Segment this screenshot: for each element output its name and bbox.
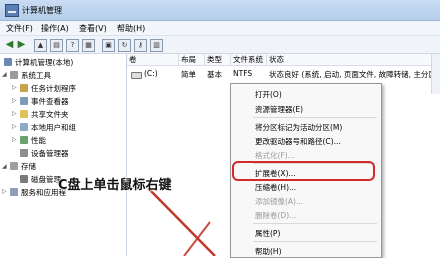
menu-bar: 文件(F) 操作(A) 查看(V) 帮助(H) xyxy=(0,21,440,36)
computer-icon xyxy=(4,58,12,66)
menu-divider xyxy=(253,241,377,242)
tools-icon xyxy=(10,71,18,79)
menu-help[interactable]: 帮助(H) xyxy=(117,23,145,34)
up-folder-icon[interactable]: ▲ xyxy=(34,39,47,52)
extend-volume-highlight xyxy=(232,161,375,181)
tree-label: 任务计划程序 xyxy=(31,84,76,93)
users-icon xyxy=(20,123,28,131)
column-header-layout[interactable]: 布局 xyxy=(179,54,205,66)
volume-status: 状态良好 (系统, 启动, 页面文件, 故障转储, 主分区 xyxy=(269,70,436,79)
properties-icon[interactable]: ▦ xyxy=(82,39,95,52)
tree-label: 磁盘管理 xyxy=(31,175,61,184)
expand-arrow-icon[interactable]: ▷ xyxy=(12,97,17,104)
tree-item-event-viewer[interactable]: 事件查看器 xyxy=(20,96,69,107)
menu-item-mark-active[interactable]: 将分区标记为活动分区(M) xyxy=(255,122,342,133)
menu-action[interactable]: 操作(A) xyxy=(41,23,69,34)
toolbar: ◀ ▶ ▲ ▤ ? ▦ ▣ ↻ ⚷ ▥ xyxy=(0,36,440,54)
tree-item-root[interactable]: 计算机管理(本地) xyxy=(4,57,73,68)
forward-icon[interactable]: ▶ xyxy=(16,39,27,50)
volume-layout: 简单 xyxy=(181,70,196,79)
performance-icon xyxy=(20,136,28,144)
computer-management-icon xyxy=(5,4,19,17)
collapse-arrow-icon[interactable]: ◢ xyxy=(2,163,7,170)
expand-arrow-icon[interactable]: ▷ xyxy=(12,110,17,117)
view-icon[interactable]: ▥ xyxy=(150,39,163,52)
navigation-tree: 计算机管理(本地) ◢ 系统工具 ▷ 任务计划程序 ▷ 事件查看器 ▷ 共享文件… xyxy=(0,54,127,256)
export-icon[interactable]: ▣ xyxy=(102,39,115,52)
menu-divider xyxy=(253,223,377,224)
tree-item-local-users[interactable]: 本地用户和组 xyxy=(20,122,76,133)
column-header-type[interactable]: 类型 xyxy=(205,54,231,66)
services-icon xyxy=(10,188,18,196)
tree-item-task-scheduler[interactable]: 任务计划程序 xyxy=(20,83,76,94)
menu-divider xyxy=(253,117,377,118)
refresh-icon[interactable]: ↻ xyxy=(118,39,131,52)
disk-icon xyxy=(20,175,28,183)
scrollbar[interactable] xyxy=(431,54,440,94)
expand-arrow-icon[interactable]: ▷ xyxy=(12,84,17,91)
volume-filesystem: NTFS xyxy=(233,69,253,78)
tree-label: 系统工具 xyxy=(21,71,51,80)
collapse-arrow-icon[interactable]: ◢ xyxy=(2,71,7,78)
event-icon xyxy=(20,97,28,105)
storage-icon xyxy=(10,162,18,170)
tree-label: 性能 xyxy=(31,136,46,145)
folder-icon xyxy=(20,110,28,118)
clock-icon xyxy=(20,84,28,92)
drive-icon xyxy=(131,72,142,79)
window-title: 计算机管理 xyxy=(22,6,62,15)
menu-item-add-mirror: 添加镜像(A)... xyxy=(255,197,304,206)
menu-item-help[interactable]: 帮助(H) xyxy=(255,246,282,257)
column-header-volume[interactable]: 卷 xyxy=(127,54,179,66)
annotation-caption: C盘上单击鼠标右键 xyxy=(58,178,172,193)
menu-view[interactable]: 查看(V) xyxy=(79,23,107,34)
title-bar: 计算机管理 xyxy=(0,0,440,21)
menu-item-open[interactable]: 打开(O) xyxy=(255,89,282,100)
tree-label: 设备管理器 xyxy=(31,149,69,158)
expand-arrow-icon[interactable]: ▷ xyxy=(12,136,17,143)
volume-name: (C:) xyxy=(144,69,158,78)
menu-item-explorer[interactable]: 资源管理器(E) xyxy=(255,104,303,115)
tree-label: 本地用户和组 xyxy=(31,123,76,132)
device-manager-icon xyxy=(20,149,28,157)
expand-arrow-icon[interactable]: ▷ xyxy=(2,188,7,195)
tree-label: 存储 xyxy=(21,162,36,171)
column-header-filesystem[interactable]: 文件系统 xyxy=(231,54,267,66)
help-icon[interactable]: ? xyxy=(66,39,79,52)
tree-item-device-manager[interactable]: 设备管理器 xyxy=(20,148,69,159)
menu-item-delete-volume: 删除卷(D)... xyxy=(255,211,297,220)
menu-item-change-drive-letter[interactable]: 更改驱动器号和路径(C)... xyxy=(255,136,341,147)
menu-item-properties[interactable]: 属性(P) xyxy=(255,228,280,239)
back-icon[interactable]: ◀ xyxy=(4,39,15,50)
tree-item-shared-folders[interactable]: 共享文件夹 xyxy=(20,109,69,120)
tree-item-disk-management[interactable]: 磁盘管理 xyxy=(20,174,61,185)
tree-label: 事件查看器 xyxy=(31,97,69,106)
key-icon[interactable]: ⚷ xyxy=(134,39,147,52)
tree-item-system-tools[interactable]: 系统工具 xyxy=(10,70,51,81)
tree-item-storage[interactable]: 存储 xyxy=(10,161,36,172)
volume-type: 基本 xyxy=(207,70,222,79)
tree-item-performance[interactable]: 性能 xyxy=(20,135,46,146)
show-hide-tree-icon[interactable]: ▤ xyxy=(50,39,63,52)
menu-item-shrink-volume[interactable]: 压缩卷(H)... xyxy=(255,182,296,193)
menu-item-format: 格式化(F)... xyxy=(255,151,295,160)
menu-file[interactable]: 文件(F) xyxy=(6,23,33,34)
tree-label: 共享文件夹 xyxy=(31,110,69,119)
column-header-status[interactable]: 状态 xyxy=(267,54,440,66)
tree-label: 计算机管理(本地) xyxy=(15,58,74,67)
expand-arrow-icon[interactable]: ▷ xyxy=(12,123,17,130)
